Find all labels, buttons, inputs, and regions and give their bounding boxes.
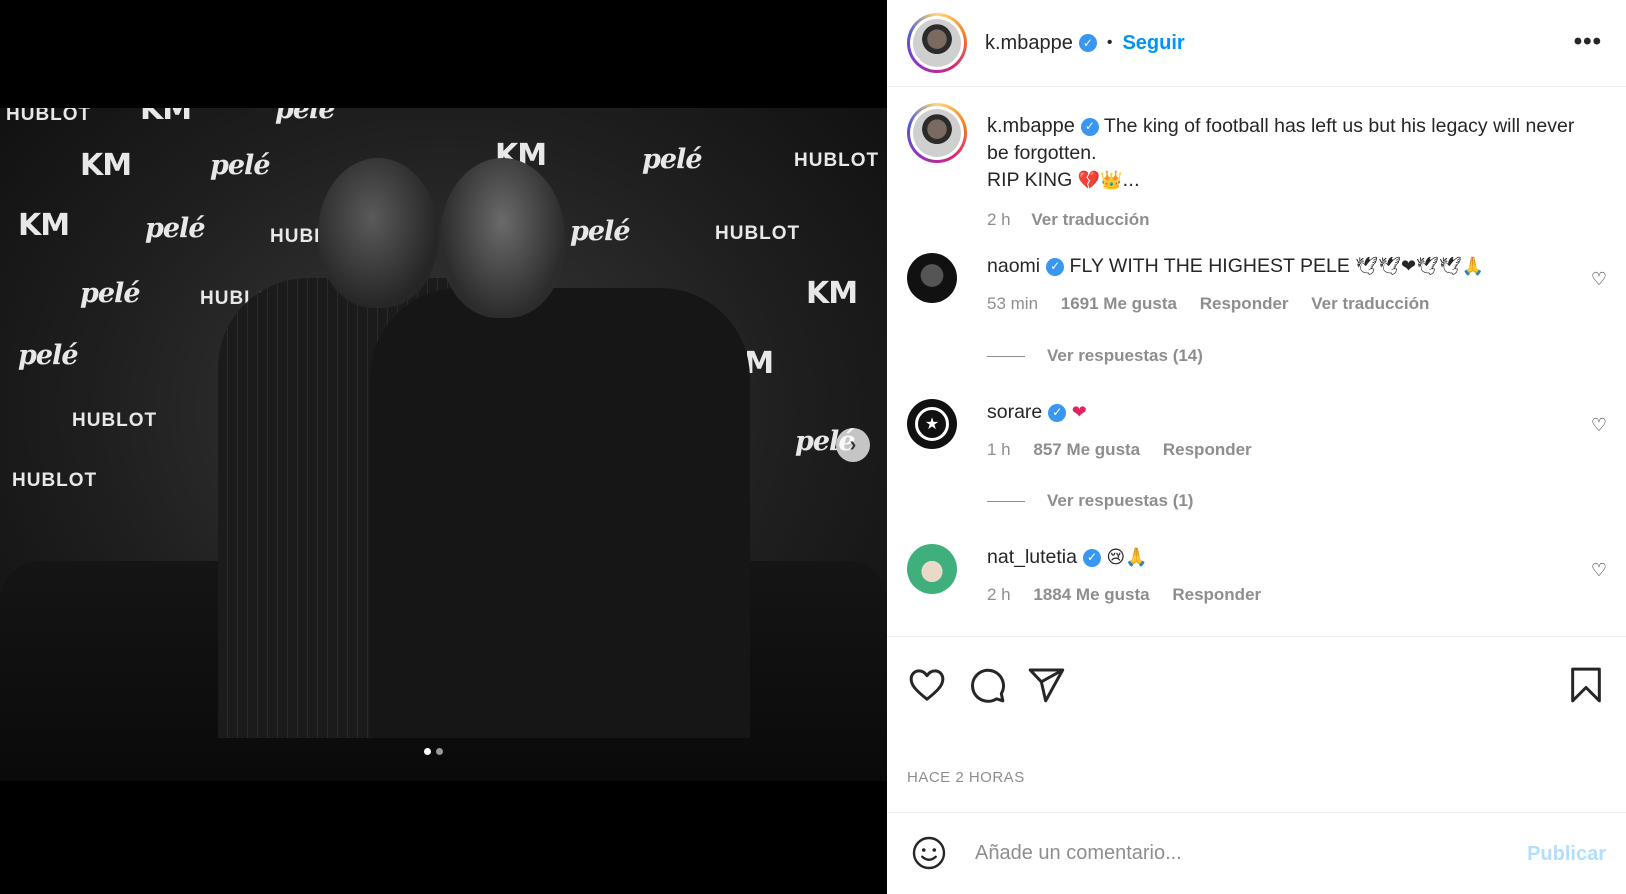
wall-logo-hublot: HUBLOT [12, 470, 98, 491]
comment-composer: Publicar [887, 812, 1626, 894]
wall-logo-hublot: HUBLOT [6, 108, 92, 125]
carousel-dot [436, 748, 443, 755]
translate-link[interactable]: Ver traducción [1031, 210, 1149, 229]
carousel-dots [424, 748, 443, 755]
wall-logo-km: KM [806, 276, 858, 311]
like-comment-heart-icon[interactable]: ♡ [1591, 560, 1607, 581]
view-replies-button[interactable]: Ver respuestas (1) [987, 491, 1193, 511]
post-header: k.mbappe ✓ • Seguir ••• [887, 0, 1626, 87]
wall-logo-pele: pelé [145, 213, 205, 244]
translate-link[interactable]: Ver traducción [1311, 294, 1429, 313]
heart-icon[interactable] [907, 665, 947, 705]
verified-badge-icon: ✓ [1048, 403, 1067, 422]
comment-time: 53 min [987, 294, 1039, 313]
post-actions: HACE 2 HORAS [887, 636, 1626, 786]
reply-button[interactable]: Responder [1200, 294, 1289, 313]
view-replies-button[interactable]: Ver respuestas (14) [987, 346, 1203, 366]
carousel-next-button[interactable]: › [836, 428, 870, 462]
wall-logo-pele: pelé [18, 340, 78, 371]
caption-text-rip: RIP KING [987, 169, 1073, 191]
more-options-icon[interactable]: ••• [1574, 28, 1602, 56]
publish-button[interactable]: Publicar [1527, 843, 1606, 866]
like-comment-heart-icon[interactable]: ♡ [1591, 269, 1607, 290]
wall-logo-km: KM [140, 108, 192, 127]
caption-author-avatar[interactable] [907, 103, 967, 163]
carousel-dot-active [424, 748, 431, 755]
wall-logo-pele: pelé [80, 278, 140, 309]
comment-emojis: 🕊🕊❤🕊🕊🙏 [1355, 256, 1485, 277]
comment-time: 2 h [987, 585, 1011, 604]
share-icon[interactable] [1026, 665, 1066, 705]
wall-logo-km: KM [80, 148, 132, 183]
post-photo[interactable]: HUBLOT KM pelé KM pelé KM pelé HUBLOT KM… [0, 108, 887, 781]
wall-logo-pele: pelé [210, 150, 270, 181]
commenter-avatar[interactable]: ★ [907, 399, 957, 449]
separator-dot: • [1106, 34, 1113, 51]
caption-emojis: 💔👑... [1077, 170, 1140, 191]
caption-time: 2 h [987, 210, 1011, 229]
wall-logo-km: KM [18, 208, 70, 243]
like-comment-heart-icon[interactable]: ♡ [1591, 415, 1607, 436]
post-side-panel: k.mbappe ✓ • Seguir ••• k.mbappe ✓ The ki… [887, 0, 1626, 894]
view-replies-label: Ver respuestas (14) [1047, 346, 1203, 365]
comment-likes[interactable]: 1884 Me gusta [1033, 585, 1149, 604]
wall-logo-pele: pelé [642, 144, 702, 175]
caption-username[interactable]: k.mbappe [987, 115, 1075, 137]
wall-logo-pele: pelé [275, 108, 335, 125]
verified-badge-icon: ✓ [1078, 34, 1097, 52]
comment-emojis: 😢🙏 [1106, 547, 1148, 568]
caption-text: The king of football has left us but his… [987, 115, 1575, 164]
comment-likes[interactable]: 1691 Me gusta [1061, 294, 1177, 313]
author-avatar[interactable] [907, 13, 967, 73]
post-timestamp: HACE 2 HORAS [907, 769, 1025, 786]
bookmark-icon[interactable] [1566, 665, 1606, 705]
reply-button[interactable]: Responder [1172, 585, 1261, 604]
post-media: HUBLOT KM pelé KM pelé KM pelé HUBLOT KM… [0, 0, 887, 894]
commenter-username[interactable]: nat_lutetia [987, 546, 1077, 568]
comment-emojis: ❤ [1071, 402, 1087, 423]
author-username[interactable]: k.mbappe [985, 32, 1073, 55]
comments-scroll-area[interactable]: k.mbappe ✓ The king of football has left … [887, 88, 1626, 636]
commenter-username[interactable]: sorare [987, 401, 1042, 423]
comment-time: 1 h [987, 440, 1011, 459]
comment-icon[interactable] [967, 665, 1007, 705]
verified-badge-icon: ✓ [1083, 548, 1101, 567]
reply-button[interactable]: Responder [1163, 440, 1252, 459]
wall-logo-hublot: HUBLOT [72, 410, 158, 431]
commenter-avatar[interactable] [907, 253, 957, 303]
commenter-username[interactable]: naomi [987, 255, 1040, 277]
commenter-avatar[interactable] [907, 544, 957, 594]
view-replies-label: Ver respuestas (1) [1047, 491, 1194, 510]
wall-logo-pele: pelé [570, 216, 630, 247]
follow-button[interactable]: Seguir [1122, 32, 1184, 55]
comment-input[interactable] [975, 835, 1495, 871]
comment-likes[interactable]: 857 Me gusta [1033, 440, 1140, 459]
wall-logo-hublot: HUBLOT [715, 223, 801, 244]
emoji-picker-icon[interactable] [911, 835, 947, 871]
verified-badge-icon: ✓ [1080, 117, 1099, 136]
comment-text: FLY WITH THE HIGHEST PELE [1069, 255, 1350, 277]
wall-logo-hublot: HUBLOT [794, 150, 880, 171]
verified-badge-icon: ✓ [1046, 257, 1065, 276]
